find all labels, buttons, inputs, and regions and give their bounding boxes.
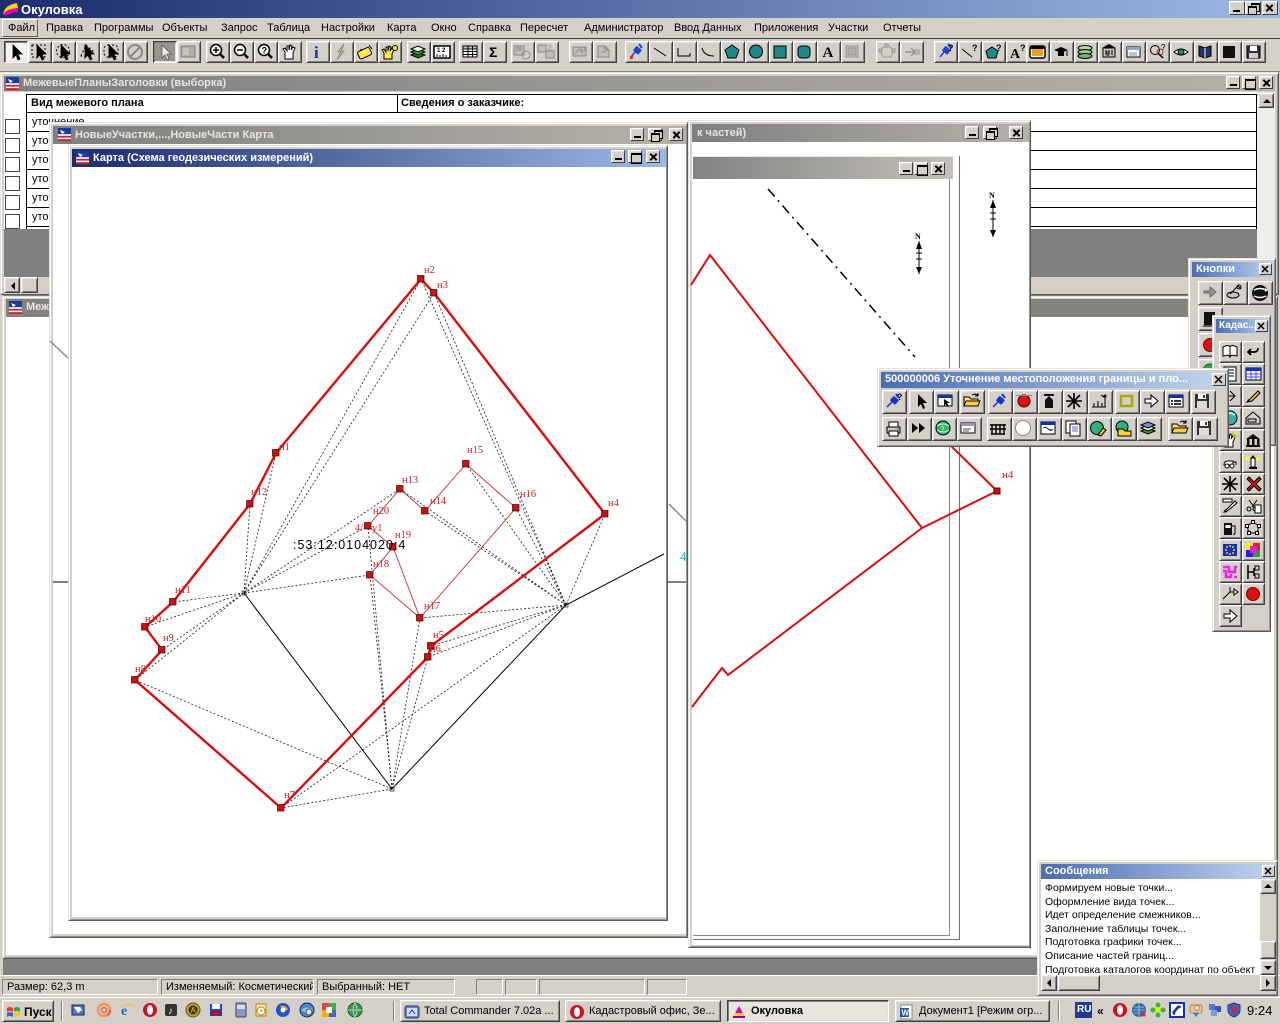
svg-text:н7: н7 (284, 790, 295, 801)
svg-text:н1: н1 (279, 442, 290, 453)
svg-text:н16: н16 (520, 489, 536, 500)
svg-text:н9: н9 (163, 633, 174, 644)
svg-text:N: N (989, 191, 995, 200)
svg-text:н8: н8 (135, 664, 146, 675)
svg-text:н5: н5 (433, 630, 444, 641)
svg-text:н6: н6 (430, 644, 441, 655)
svg-text:?: ? (1020, 43, 1026, 53)
svg-text:e: e (121, 1004, 127, 1019)
svg-text:1 2: 1 2 (437, 48, 446, 54)
svg-text:?: ? (972, 43, 978, 53)
svg-text:N: N (915, 232, 921, 241)
svg-text:4/: 4/ (355, 523, 363, 534)
svg-text:?: ? (940, 425, 945, 434)
svg-text:i: i (314, 43, 319, 62)
svg-text:A: A (823, 45, 834, 61)
svg-text:н13: н13 (402, 475, 418, 486)
svg-text:♪: ♪ (168, 1006, 173, 1017)
svg-text:н4: н4 (1002, 469, 1014, 481)
svg-text:2: 2 (548, 45, 552, 52)
svg-text:н3: н3 (437, 280, 448, 291)
svg-text:4: 4 (680, 550, 687, 564)
svg-text:н15: н15 (467, 445, 483, 456)
svg-text:н11: н11 (175, 585, 191, 596)
svg-text:н10: н10 (145, 614, 161, 625)
svg-text:у1: у1 (372, 523, 383, 534)
svg-text:н20: н20 (373, 506, 389, 517)
svg-text:?: ? (948, 43, 954, 53)
svg-text:?: ? (262, 46, 268, 56)
svg-text:?: ? (897, 392, 903, 402)
svg-text:н12: н12 (251, 487, 267, 498)
svg-text::53:12:0104020:4: :53:12:0104020:4 (293, 538, 406, 552)
svg-text:Σ: Σ (489, 44, 497, 60)
svg-text:н4: н4 (608, 498, 620, 509)
svg-text:A: A (191, 1006, 197, 1015)
svg-text:н2: н2 (424, 265, 435, 276)
svg-text:н17: н17 (424, 601, 440, 612)
svg-text:?: ? (1161, 43, 1166, 52)
svg-text:W: W (902, 1009, 910, 1018)
svg-text:?: ? (996, 43, 1002, 53)
svg-text:н14: н14 (430, 496, 447, 507)
svg-text:н18: н18 (373, 559, 389, 570)
